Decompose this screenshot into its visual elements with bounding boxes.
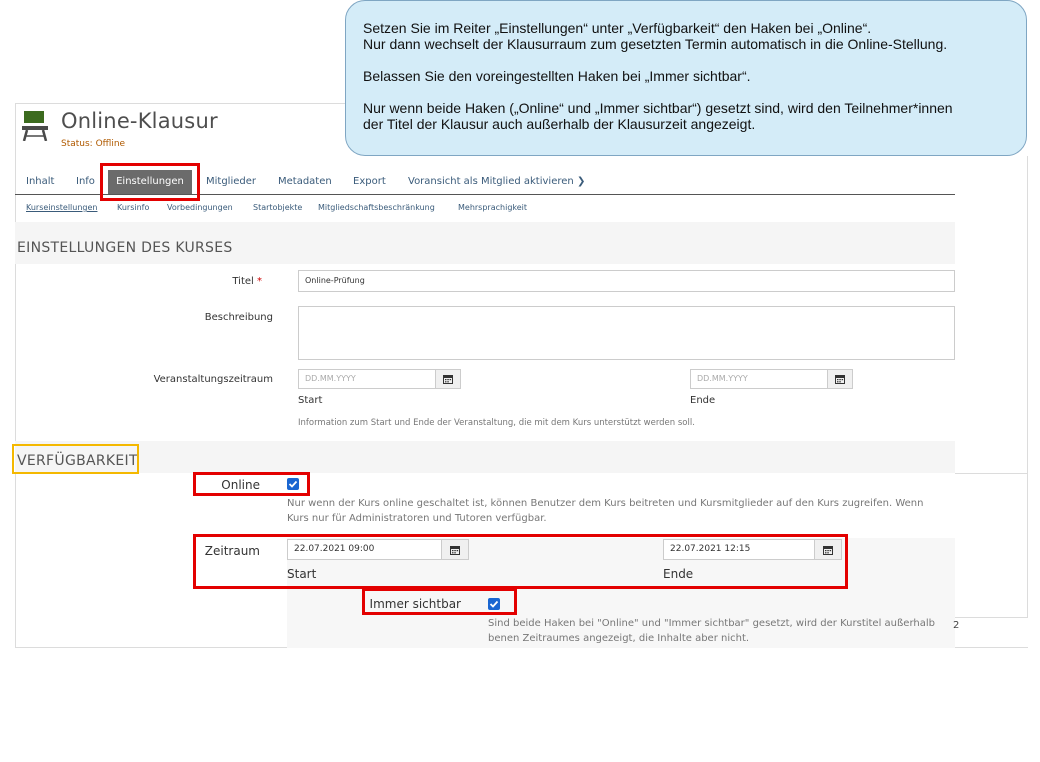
frame-inner-2 — [955, 617, 1028, 618]
beschreibung-textarea[interactable] — [298, 306, 955, 360]
tab-voransicht[interactable]: Voransicht als Mitglied aktivieren ❯ — [408, 176, 585, 187]
calendar-icon — [443, 375, 453, 384]
subtab-startobjekte[interactable]: Startobjekte — [253, 203, 302, 212]
highlight-tab-einstellungen — [100, 163, 200, 201]
exam-desk-icon — [22, 111, 48, 142]
event-start-calendar-button[interactable] — [435, 369, 461, 389]
highlight-online — [193, 472, 310, 496]
veranstaltungszeitraum-label: Veranstaltungszeitraum — [153, 374, 273, 385]
titel-input[interactable]: Online-Prüfung — [298, 270, 955, 292]
immer-sichtbar-help: Sind beide Haken bei "Online" und "Immer… — [488, 616, 955, 646]
titel-label: Titel * — [232, 276, 262, 287]
online-help-line-2: Kurs nur für Administratoren und Tutoren… — [287, 513, 547, 524]
immer-sichtbar-help-line-1: Sind beide Haken bei "Online" und "Immer… — [488, 618, 935, 629]
tab-voransicht-label: Voransicht als Mitglied aktivieren — [408, 176, 574, 187]
tab-export[interactable]: Export — [353, 176, 386, 187]
availability-section-band — [15, 441, 955, 473]
event-start-input[interactable]: DD.MM.YYYY — [298, 369, 436, 389]
frame-right — [1027, 156, 1028, 617]
beschreibung-label: Beschreibung — [204, 312, 273, 323]
subtab-vorbedingungen[interactable]: Vorbedingungen — [167, 203, 233, 212]
tab-info[interactable]: Info — [76, 176, 95, 187]
callout-line-2: Nur dann wechselt der Klausurraum zum ge… — [363, 36, 948, 52]
tab-mitglieder[interactable]: Mitglieder — [206, 176, 256, 187]
event-end-label: Ende — [690, 395, 716, 406]
highlight-availability-title — [12, 444, 139, 474]
settings-section-title: EINSTELLUNGEN DES KURSES — [17, 240, 233, 256]
event-end-input[interactable]: DD.MM.YYYY — [690, 369, 828, 389]
callout-line-1: Setzen Sie im Reiter „Einstellungen“ unt… — [363, 20, 872, 36]
tab-metadaten[interactable]: Metadaten — [278, 176, 332, 187]
calendar-icon — [835, 375, 845, 384]
subtab-kursinfo[interactable]: Kursinfo — [117, 203, 149, 212]
online-help-line-1: Nur wenn der Kurs online geschaltet ist,… — [287, 498, 924, 509]
required-mark: * — [257, 276, 262, 287]
page-number: 2 — [953, 620, 960, 631]
status-text: Status: Offline — [61, 139, 126, 149]
chevron-right-icon: ❯ — [576, 176, 586, 187]
tab-inhalt[interactable]: Inhalt — [26, 176, 54, 187]
online-help: Nur wenn der Kurs online geschaltet ist,… — [287, 496, 955, 526]
page-title: Online-Klausur — [61, 109, 218, 133]
subtab-kurseinstellungen[interactable]: Kurseinstellungen — [26, 203, 97, 212]
frame-top — [15, 103, 345, 104]
highlight-immer-sichtbar — [362, 588, 517, 615]
frame-inner-1 — [955, 473, 1028, 474]
callout-line-3: Belassen Sie den voreingestellten Haken … — [363, 68, 751, 84]
event-period-help: Information zum Start und Ende der Veran… — [298, 418, 695, 428]
highlight-zeitraum — [193, 534, 848, 589]
subtab-mehrsprachigkeit[interactable]: Mehrsprachigkeit — [458, 203, 527, 212]
event-start-label: Start — [298, 395, 323, 406]
immer-sichtbar-help-line-2: benen Zeitraumes angezeigt, die Inhalte … — [488, 633, 750, 644]
event-end-calendar-button[interactable] — [827, 369, 853, 389]
titel-label-text: Titel — [232, 276, 254, 287]
subtab-mitgliedschaft[interactable]: Mitgliedschaftsbeschränkung — [318, 203, 435, 212]
